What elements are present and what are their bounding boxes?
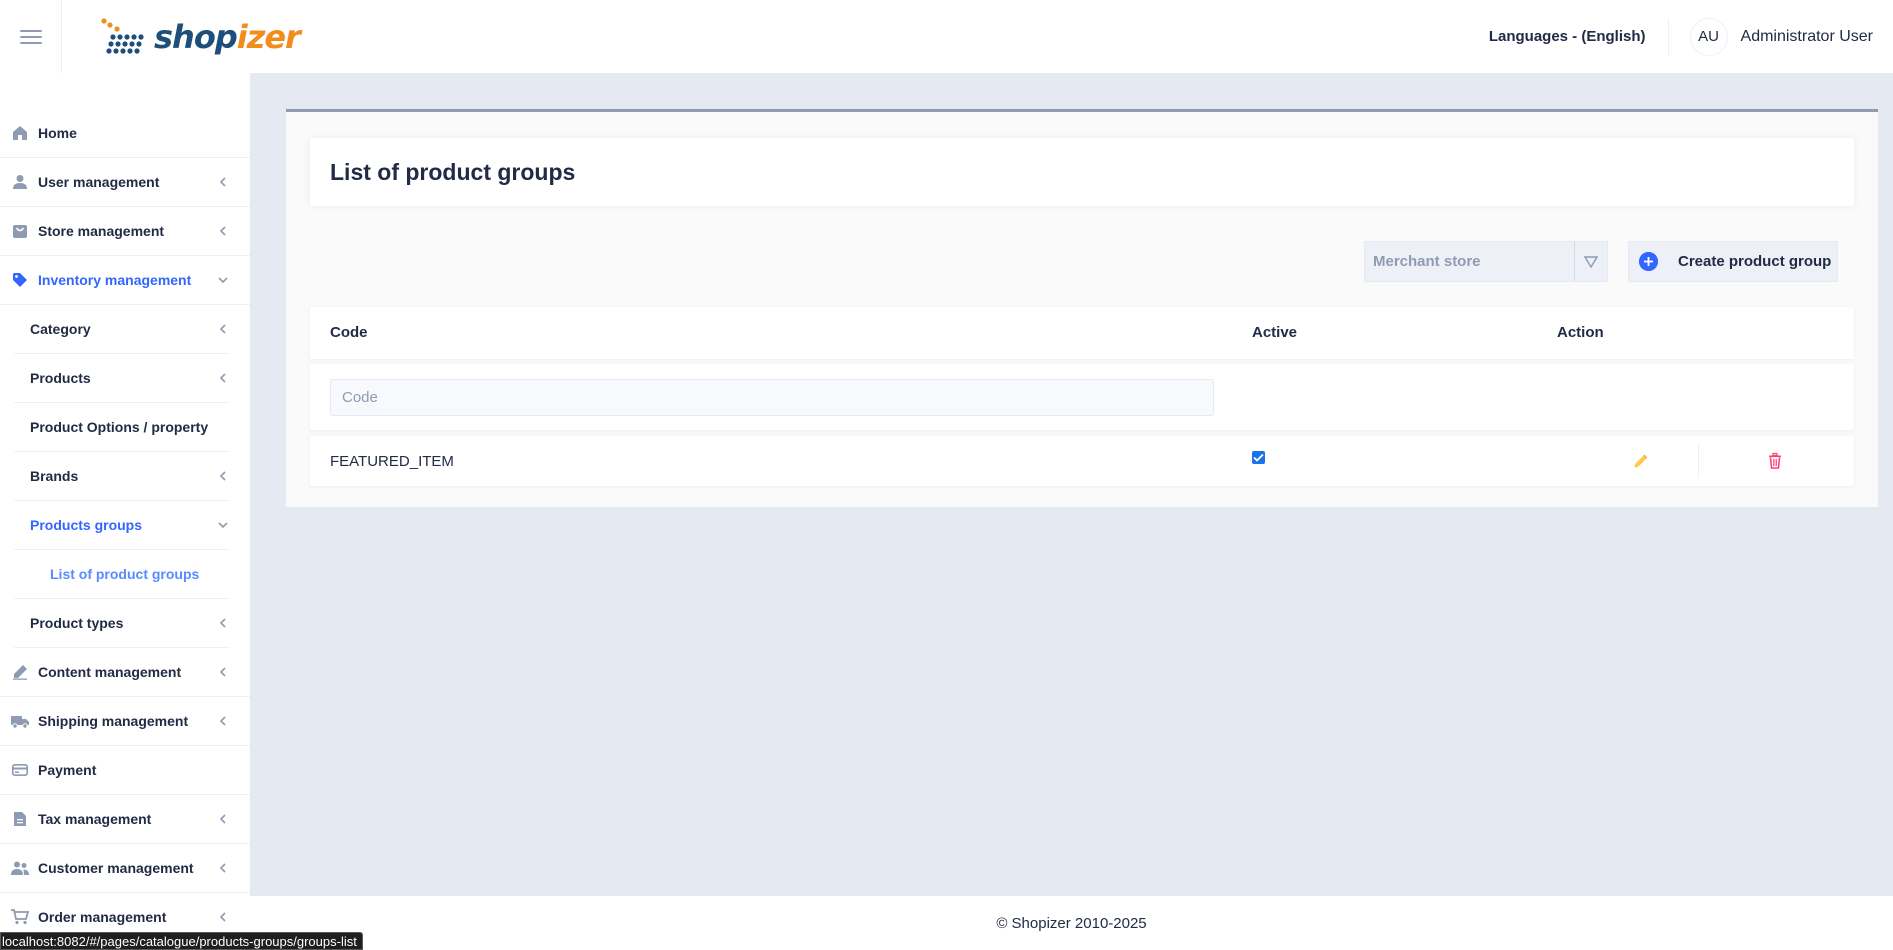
avatar: AU — [1689, 17, 1728, 56]
sidebar-item-product-types[interactable]: Product types — [14, 599, 230, 648]
truck-icon — [11, 712, 29, 730]
pencil-icon — [1634, 454, 1648, 468]
user-menu[interactable]: AU Administrator User — [1669, 17, 1893, 56]
product-groups-card: List of product groups Merchant store Cr… — [286, 109, 1878, 507]
chevron-left-icon — [218, 863, 228, 873]
sidebar-item-payment[interactable]: Payment — [0, 746, 250, 795]
home-icon — [11, 124, 29, 142]
logo-text-shop: shop — [154, 17, 238, 56]
sidebar: Home User management Store management In… — [0, 73, 250, 950]
chevron-left-icon — [218, 912, 228, 922]
active-checkbox[interactable] — [1252, 451, 1265, 464]
sidebar-item-category[interactable]: Category — [14, 305, 230, 354]
chevron-left-icon — [218, 177, 228, 187]
user-name: Administrator User — [1740, 27, 1873, 45]
sidebar-item-products[interactable]: Products — [14, 354, 230, 403]
merchant-store-value: Merchant store — [1373, 253, 1481, 270]
column-header-code[interactable]: Code — [330, 324, 368, 341]
chevron-left-icon — [218, 814, 228, 824]
logo-text-izer: izer — [236, 17, 301, 56]
chevron-left-icon — [218, 667, 228, 677]
sidebar-item-customer-management[interactable]: Customer management — [0, 844, 250, 893]
sidebar-item-label: Products — [30, 370, 91, 386]
logo-wordmark: shopizer — [154, 17, 301, 56]
page-title: List of product groups — [330, 158, 576, 185]
table-header: Code Active Action — [310, 307, 1854, 359]
menu-icon — [19, 29, 42, 44]
status-bar-url: localhost:8082/#/pages/catalogue/product… — [0, 932, 363, 950]
create-button-label: Create product group — [1678, 253, 1832, 270]
top-header: shopizer Languages - (English) AU Admini… — [0, 0, 1893, 73]
chevron-left-icon — [218, 324, 228, 334]
sidebar-item-label: Product Options / property — [30, 419, 209, 435]
chevron-left-icon — [218, 716, 228, 726]
row-divider — [1698, 444, 1699, 478]
trash-icon — [1769, 452, 1781, 469]
pen-icon — [11, 663, 29, 681]
column-header-active[interactable]: Active — [1252, 324, 1297, 341]
sidebar-item-list-of-product-groups[interactable]: List of product groups — [14, 550, 230, 599]
person-icon — [11, 173, 29, 191]
chevron-down-icon — [218, 275, 228, 285]
chevron-left-icon — [218, 226, 228, 236]
sidebar-item-shipping-management[interactable]: Shipping management — [0, 697, 250, 746]
file-icon — [11, 810, 29, 828]
merchant-store-select[interactable]: Merchant store — [1364, 241, 1608, 282]
sidebar-item-label: List of product groups — [50, 566, 200, 582]
sidebar-item-inventory-management[interactable]: Inventory management — [0, 256, 250, 305]
cart-icon — [11, 908, 29, 926]
sidebar-item-product-options[interactable]: Product Options / property — [14, 403, 230, 452]
sidebar-item-label: Products groups — [30, 517, 143, 533]
copyright-text: © Shopizer 2010-2025 — [996, 914, 1147, 932]
tag-icon — [11, 271, 29, 289]
sidebar-item-user-management[interactable]: User management — [0, 158, 250, 207]
triangle-down-icon — [1574, 242, 1607, 281]
chevron-left-icon — [218, 373, 228, 383]
logo-dots-icon — [101, 17, 144, 54]
shopizer-logo[interactable]: shopizer — [98, 15, 301, 59]
credit-card-icon — [11, 761, 29, 779]
chevron-down-icon — [218, 520, 228, 530]
create-product-group-button[interactable]: Create product group — [1628, 241, 1838, 282]
language-selector[interactable]: Languages - (English) — [1489, 28, 1668, 45]
products-groups-submenu: List of product groups — [14, 550, 230, 599]
store-icon — [11, 222, 29, 240]
edit-button[interactable] — [1632, 452, 1650, 470]
sidebar-item-brands[interactable]: Brands — [14, 452, 230, 501]
sidebar-item-label: Home — [38, 125, 77, 141]
sidebar-item-label: Category — [30, 321, 91, 337]
inventory-submenu: Category Products Product Options / prop… — [14, 305, 230, 648]
plus-circle-icon — [1639, 252, 1658, 271]
sidebar-item-label: Brands — [30, 468, 79, 484]
filter-row — [310, 364, 1854, 430]
people-icon — [11, 859, 29, 877]
sidebar-item-tax-management[interactable]: Tax management — [0, 795, 250, 844]
toolbar: Merchant store Create product group — [1364, 241, 1838, 282]
header-actions: Languages - (English) AU Administrator U… — [1489, 0, 1893, 73]
footer: © Shopizer 2010-2025 — [250, 896, 1893, 950]
sidebar-toggle-button[interactable] — [0, 0, 62, 73]
column-header-action: Action — [1557, 324, 1604, 341]
chevron-left-icon — [218, 618, 228, 628]
main-content: List of product groups Merchant store Cr… — [250, 73, 1893, 896]
sidebar-item-home[interactable]: Home — [0, 109, 250, 158]
table-row: FEATURED_ITEM — [310, 436, 1854, 486]
sidebar-item-label: Product types — [30, 615, 124, 631]
page-title-card: List of product groups — [310, 138, 1854, 206]
sidebar-item-label: Payment — [38, 762, 97, 778]
delete-button[interactable] — [1766, 452, 1784, 470]
sidebar-item-products-groups[interactable]: Products groups — [14, 501, 230, 550]
row-code: FEATURED_ITEM — [330, 453, 454, 470]
sidebar-item-content-management[interactable]: Content management — [0, 648, 250, 697]
code-filter-input[interactable] — [330, 379, 1214, 416]
chevron-left-icon — [218, 471, 228, 481]
sidebar-item-store-management[interactable]: Store management — [0, 207, 250, 256]
